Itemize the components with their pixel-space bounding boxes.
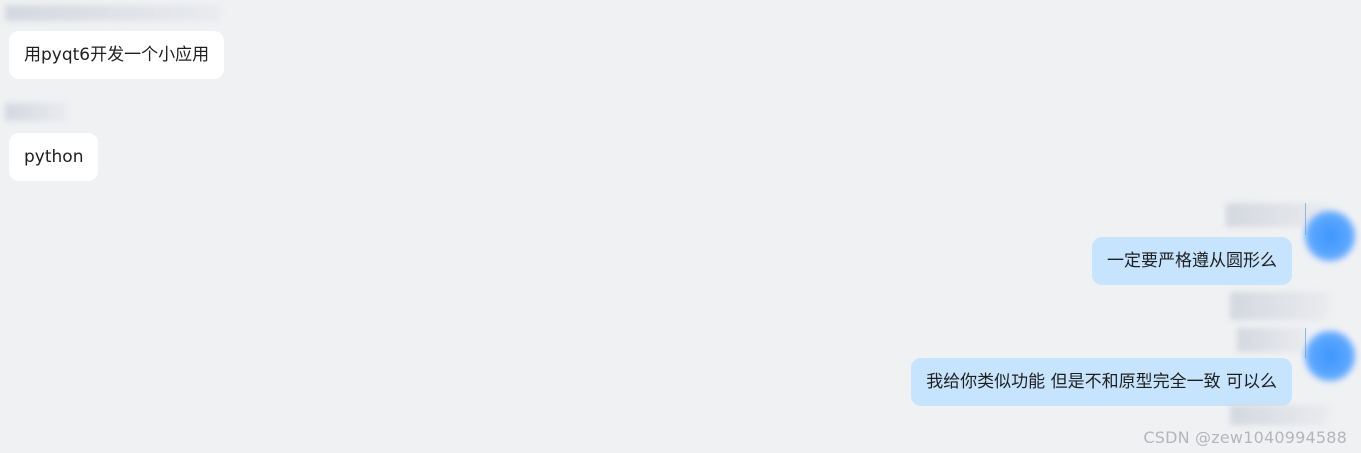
message-bubble-outgoing[interactable]: 一定要严格遵从圆形么 xyxy=(1092,237,1292,285)
message-text: 用pyqt6开发一个小应用 xyxy=(24,45,210,65)
message-bubble-outgoing[interactable]: 我给你类似功能 但是不和原型完全一致 可以么 xyxy=(911,358,1292,406)
avatar[interactable] xyxy=(1304,210,1356,262)
message-bubble-incoming[interactable]: 用pyqt6开发一个小应用 xyxy=(9,31,225,79)
sender-name-redacted xyxy=(5,103,67,121)
message-meta-redacted xyxy=(1230,405,1328,425)
chat-window: 用pyqt6开发一个小应用 python 一定要严格遵从圆形么 我给你类似功能 … xyxy=(0,0,1361,453)
message-text: python xyxy=(24,147,84,167)
message-text: 一定要严格遵从圆形么 xyxy=(1107,251,1277,271)
sender-name-redacted xyxy=(5,5,220,21)
message-bubble-incoming[interactable]: python xyxy=(9,133,99,181)
avatar[interactable] xyxy=(1304,330,1356,382)
sender-name-redacted xyxy=(1237,328,1305,352)
watermark: CSDN @zew1040994588 xyxy=(1143,428,1347,447)
message-text: 我给你类似功能 但是不和原型完全一致 可以么 xyxy=(926,372,1277,392)
message-meta-redacted xyxy=(1230,292,1328,320)
